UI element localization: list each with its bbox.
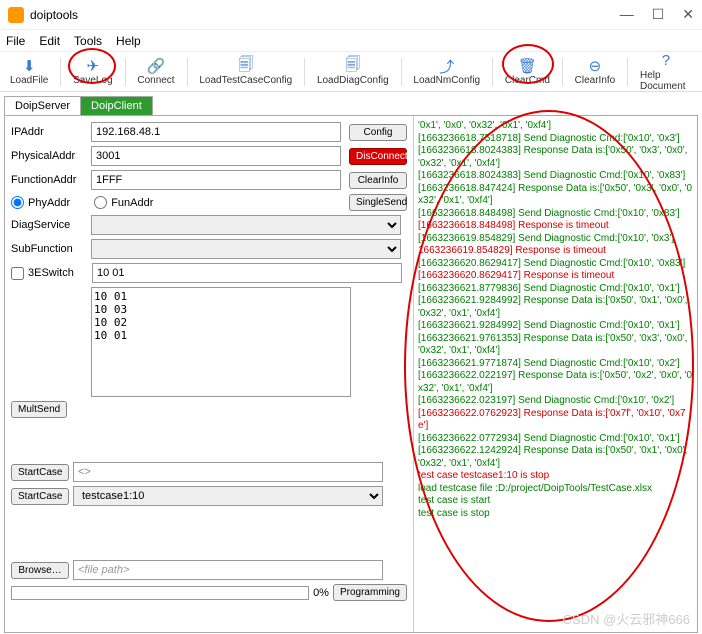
clearinfo-icon: ⊖ <box>586 57 604 75</box>
app-icon <box>8 7 24 23</box>
menu-help[interactable]: Help <box>116 34 141 48</box>
progress-pct: 0% <box>313 587 329 599</box>
clearinfo-button[interactable]: ClearInfo <box>349 172 407 189</box>
menu-edit[interactable]: Edit <box>39 34 60 48</box>
case-one-input[interactable] <box>73 462 383 482</box>
funaddr-label: FunAddr <box>111 197 153 209</box>
physaddr-input[interactable] <box>91 146 341 166</box>
log-content: '0x1', '0x0', '0x32', '0x1', '0xf4'][166… <box>416 118 695 630</box>
loaddiagconfig-icon: 🗐 <box>344 57 362 75</box>
toolbar-clearinfo[interactable]: ⊖ClearInfo <box>569 55 622 88</box>
toolbar-connect[interactable]: 🔗Connect <box>131 55 180 88</box>
3eswitch-checkbox[interactable] <box>11 267 24 280</box>
physaddr-label: PhysicalAddr <box>11 150 87 162</box>
funcaddr-label: FunctionAddr <box>11 174 87 186</box>
progress-bar <box>11 586 309 600</box>
loadtestcaseconfig-icon: 🗐 <box>237 57 255 75</box>
tab-strip: DoipServer DoipClient <box>4 96 702 115</box>
savelog-icon: ✈ <box>84 57 102 75</box>
watermark: CSDN @火云邪神666 <box>563 609 690 628</box>
browse-button[interactable]: Browse… <box>11 562 69 579</box>
subfunction-label: SubFunction <box>11 243 87 255</box>
disconnect-button[interactable]: DisConnect <box>349 148 407 165</box>
loadnmconfig-icon: ⤴ <box>438 57 456 75</box>
toolbar-loadnmconfig[interactable]: ⤴LoadNmConfig <box>407 55 486 88</box>
titlebar: doiptools — ☐ ✕ <box>0 0 702 30</box>
singlesend-button[interactable]: SingleSend <box>349 194 407 211</box>
toolbar-help document[interactable]: ?Help Document <box>634 50 698 94</box>
toolbar: ⬇LoadFile ✈SaveLog 🔗Connect 🗐LoadTestCaseCo… <box>0 52 702 92</box>
toolbar-clearcmd[interactable]: 🗑ClearCmd <box>499 55 556 88</box>
config-button[interactable]: Config <box>349 124 407 141</box>
toolbar-loaddiagconfig[interactable]: 🗐LoadDiagConfig <box>311 55 395 88</box>
menu-file[interactable]: File <box>6 34 25 48</box>
programming-button[interactable]: Programming <box>333 584 407 601</box>
funaddr-radio[interactable] <box>94 196 107 209</box>
3eswitch-input[interactable] <box>92 263 402 283</box>
multsend-button[interactable]: MultSend <box>11 401 67 418</box>
ipaddr-input[interactable] <box>91 122 341 142</box>
menubar: File Edit Tools Help <box>0 30 702 52</box>
maximize-button[interactable]: ☐ <box>652 6 665 23</box>
main-panel: IPAddr Config PhysicalAddr DisConnect Fu… <box>4 115 698 633</box>
phyaddr-label: PhyAddr <box>28 197 70 209</box>
menu-tools[interactable]: Tools <box>74 34 102 48</box>
cmd-list[interactable]: 10 01 10 03 10 02 10 01 <box>91 287 351 397</box>
close-button[interactable]: ✕ <box>682 6 694 23</box>
tab-doipserver[interactable]: DoipServer <box>4 96 81 115</box>
diagservice-select[interactable] <box>91 215 401 235</box>
phyaddr-radio[interactable] <box>11 196 24 209</box>
subfunction-select[interactable] <box>91 239 401 259</box>
clearcmd-icon: 🗑 <box>518 57 536 75</box>
toolbar-savelog[interactable]: ✈SaveLog <box>67 55 118 88</box>
loadfile-icon: ⬇ <box>20 57 38 75</box>
tab-doipclient[interactable]: DoipClient <box>80 96 153 115</box>
window-title: doiptools <box>30 8 620 22</box>
help document-icon: ? <box>657 52 675 70</box>
case-two-select[interactable]: testcase1:10 <box>73 486 383 506</box>
startcase2-button[interactable]: StartCase <box>11 488 69 505</box>
ipaddr-label: IPAddr <box>11 126 87 138</box>
minimize-button[interactable]: — <box>620 6 634 23</box>
toolbar-loadtestcaseconfig[interactable]: 🗐LoadTestCaseConfig <box>193 55 298 88</box>
funcaddr-input[interactable] <box>91 170 341 190</box>
connect-icon: 🔗 <box>147 57 165 75</box>
diagservice-label: DiagService <box>11 219 87 231</box>
startcase-button[interactable]: StartCase <box>11 464 69 481</box>
3eswitch-label: 3ESwitch <box>28 267 88 279</box>
filepath-input[interactable] <box>73 560 383 580</box>
toolbar-loadfile[interactable]: ⬇LoadFile <box>4 55 54 88</box>
log-panel: '0x1', '0x0', '0x32', '0x1', '0xf4'][166… <box>413 116 697 632</box>
left-panel: IPAddr Config PhysicalAddr DisConnect Fu… <box>5 116 413 632</box>
